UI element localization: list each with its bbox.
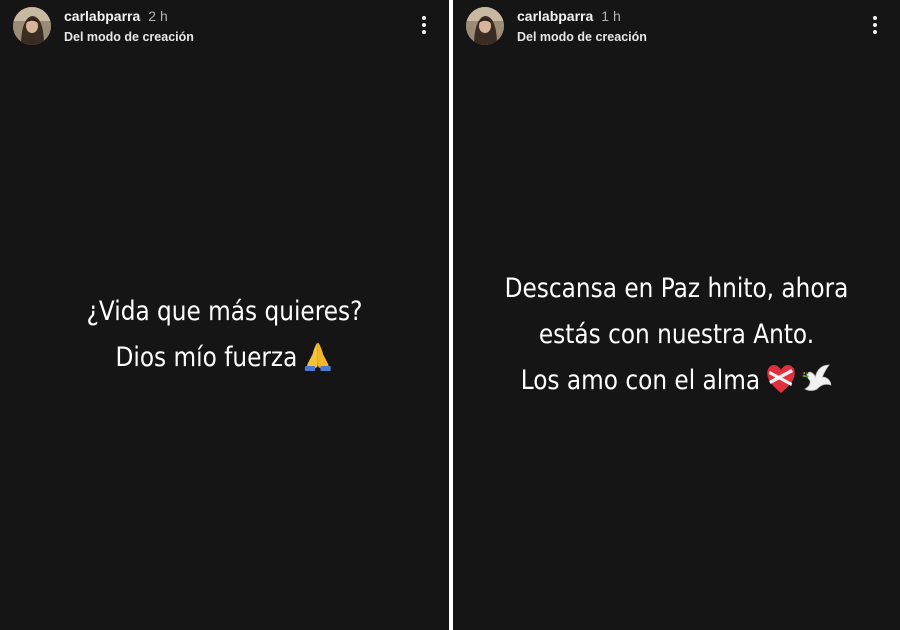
story-text: Descansa en Paz hnito, ahora estás con n… bbox=[484, 266, 868, 404]
dot bbox=[422, 16, 426, 20]
avatar[interactable] bbox=[13, 7, 51, 45]
story-text-line: ¿Vida que más quieres? bbox=[86, 296, 363, 327]
story-source-label: Del modo de creación bbox=[64, 30, 194, 44]
username[interactable]: carlabparra bbox=[64, 8, 140, 24]
timestamp: 1 h bbox=[601, 8, 621, 24]
dot bbox=[873, 30, 877, 34]
story-text-line-with-emoji: Los amo con el alma bbox=[484, 358, 868, 404]
more-options-button[interactable] bbox=[413, 12, 435, 38]
story-text-line: Los amo con el alma bbox=[520, 365, 761, 396]
timestamp: 2 h bbox=[148, 8, 168, 24]
avatar[interactable] bbox=[466, 7, 504, 45]
user-line: carlabparra 2 h bbox=[64, 8, 168, 25]
story-source-label: Del modo de creación bbox=[517, 30, 647, 44]
praying-hands-icon bbox=[303, 340, 334, 372]
story-text-line-with-emoji: Dios mío fuerza bbox=[31, 335, 417, 381]
story-panel-right[interactable]: carlabparra 1 h Del modo de creación Desc… bbox=[453, 0, 900, 630]
mending-heart-icon bbox=[765, 363, 796, 395]
story-header: carlabparra 1 h Del modo de creación bbox=[453, 0, 900, 56]
dot bbox=[873, 16, 877, 20]
story-text-line: Descansa en Paz hnito, ahora bbox=[504, 273, 849, 304]
story-header: carlabparra 2 h Del modo de creación bbox=[0, 0, 449, 56]
story-text-line: estás con nuestra Anto. bbox=[538, 319, 815, 350]
more-options-button[interactable] bbox=[864, 12, 886, 38]
dot bbox=[422, 30, 426, 34]
story-panel-left[interactable]: carlabparra 2 h Del modo de creación ¿Vid… bbox=[0, 0, 449, 630]
dot bbox=[873, 23, 877, 27]
story-text: ¿Vida que más quieres? Dios mío fuerza bbox=[31, 289, 417, 381]
username[interactable]: carlabparra bbox=[517, 8, 593, 24]
user-line: carlabparra 1 h bbox=[517, 8, 621, 25]
dove-icon bbox=[801, 363, 832, 395]
story-text-line: Dios mío fuerza bbox=[115, 342, 298, 373]
dot bbox=[422, 23, 426, 27]
